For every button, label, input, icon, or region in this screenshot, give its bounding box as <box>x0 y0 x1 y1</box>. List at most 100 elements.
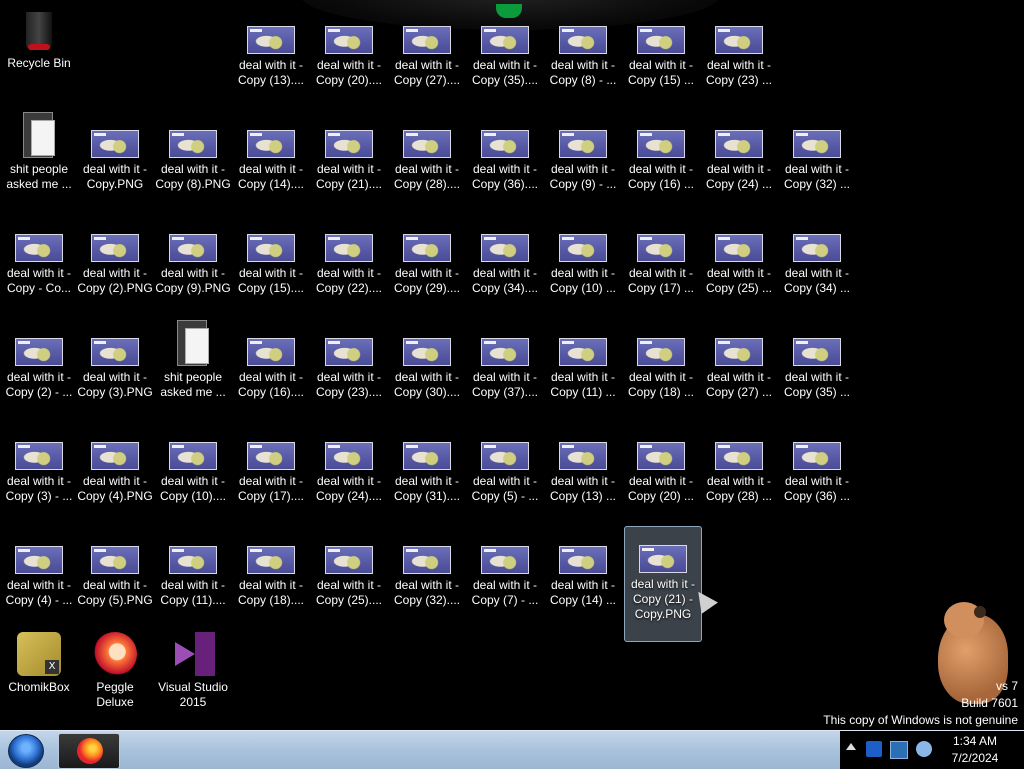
image-thumbnail-icon <box>15 546 63 574</box>
desktop-file-icon[interactable]: deal with it - Copy (11) ... <box>545 338 621 436</box>
chomikbox-shortcut[interactable]: ChomikBox <box>1 632 77 730</box>
file-label: deal with it - Copy (32).... <box>393 578 461 607</box>
desktop-file-icon[interactable]: deal with it - Copy (5).PNG <box>77 546 153 644</box>
desktop-file-icon[interactable]: deal with it - Copy (31).... <box>389 442 465 540</box>
desktop-file-icon[interactable]: deal with it - Copy (14) ... <box>545 546 621 644</box>
image-thumbnail-icon <box>637 26 685 54</box>
desktop-file-icon[interactable]: deal with it - Copy (35).... <box>467 26 543 124</box>
desktop-file-icon[interactable]: deal with it - Copy (27).... <box>389 26 465 124</box>
genuine-watermark: vs 7 Build 7601 This copy of Windows is … <box>823 678 1018 729</box>
desktop-file-icon[interactable]: deal with it - Copy (8).PNG <box>155 130 231 228</box>
file-label: deal with it - Copy (17).... <box>237 474 305 503</box>
image-thumbnail-icon <box>793 442 841 470</box>
desktop-file-icon[interactable]: deal with it - Copy (37).... <box>467 338 543 436</box>
desktop-file-icon[interactable]: deal with it - Copy (35) ... <box>779 338 855 436</box>
desktop-file-icon[interactable]: deal with it - Copy - Co... <box>1 234 77 332</box>
green-dot <box>496 4 522 18</box>
file-label: deal with it - Copy (2).PNG <box>77 266 153 295</box>
desktop-file-icon[interactable]: deal with it - Copy (9) - ... <box>545 130 621 228</box>
desktop-file-icon[interactable]: deal with it - Copy (27) ... <box>701 338 777 436</box>
peggle-icon <box>93 632 137 676</box>
desktop-file-icon[interactable]: deal with it - Copy (16).... <box>233 338 309 436</box>
desktop-file-icon[interactable]: deal with it - Copy.PNG <box>77 130 153 228</box>
desktop-file-icon[interactable]: deal with it - Copy (15) ... <box>623 26 699 124</box>
desktop-file-icon[interactable]: deal with it - Copy (28) ... <box>701 442 777 540</box>
file-label: deal with it - Copy (15).... <box>237 266 305 295</box>
desktop-file-icon[interactable]: deal with it - Copy (32) ... <box>779 130 855 228</box>
volume-icon[interactable] <box>916 741 932 757</box>
file-label: deal with it - Copy (18).... <box>237 578 305 607</box>
file-label: deal with it - Copy (23).... <box>315 370 383 399</box>
selected-file-icon[interactable]: deal with it - Copy (21) - Copy.PNG <box>624 526 702 642</box>
desktop-file-icon[interactable]: deal with it - Copy (36).... <box>467 130 543 228</box>
desktop-file-icon[interactable]: deal with it - Copy (20).... <box>311 26 387 124</box>
desktop-file-icon[interactable]: deal with it - Copy (2) - ... <box>1 338 77 436</box>
desktop-file-icon[interactable]: deal with it - Copy (4).PNG <box>77 442 153 540</box>
taskbar-firefox[interactable] <box>58 733 120 769</box>
desktop-file-icon[interactable]: deal with it - Copy (13).... <box>233 26 309 124</box>
desktop-file-icon[interactable]: deal with it - Copy (28).... <box>389 130 465 228</box>
image-thumbnail-icon <box>15 234 63 262</box>
desktop-file-icon[interactable]: deal with it - Copy (24) ... <box>701 130 777 228</box>
visual-studio-shortcut[interactable]: Visual Studio 2015 <box>155 632 231 730</box>
desktop-file-icon[interactable]: deal with it - Copy (8) - ... <box>545 26 621 124</box>
system-tray: 1:34 AM 7/2/2024 <box>840 731 1024 769</box>
desktop-file-icon[interactable]: deal with it - Copy (34).... <box>467 234 543 332</box>
desktop-file-icon[interactable]: deal with it - Copy (3).PNG <box>77 338 153 436</box>
desktop-file-icon[interactable]: deal with it - Copy (15).... <box>233 234 309 332</box>
recycle-bin[interactable]: Recycle Bin <box>1 8 77 106</box>
file-label: deal with it - Copy (5) - ... <box>471 474 539 503</box>
desktop-file-icon[interactable]: deal with it - Copy (17).... <box>233 442 309 540</box>
clock[interactable]: 1:34 AM 7/2/2024 <box>940 733 1010 767</box>
desktop-file-icon[interactable]: deal with it - Copy (21).... <box>311 130 387 228</box>
file-label: deal with it - Copy (35) ... <box>783 370 851 399</box>
desktop-folder[interactable]: shit people asked me ... <box>1 110 77 208</box>
image-thumbnail-icon <box>559 234 607 262</box>
image-thumbnail-icon <box>793 338 841 366</box>
desktop-file-icon[interactable]: deal with it - Copy (11).... <box>155 546 231 644</box>
desktop-file-icon[interactable]: deal with it - Copy (32).... <box>389 546 465 644</box>
desktop-file-icon[interactable]: deal with it - Copy (30).... <box>389 338 465 436</box>
desktop-file-icon[interactable]: deal with it - Copy (25).... <box>311 546 387 644</box>
desktop-file-icon[interactable]: deal with it - Copy (10).... <box>155 442 231 540</box>
desktop-file-icon[interactable]: deal with it - Copy (17) ... <box>623 234 699 332</box>
desktop-file-icon[interactable]: deal with it - Copy (34) ... <box>779 234 855 332</box>
file-label: deal with it - Copy - Co... <box>6 266 72 295</box>
peggle-deluxe-shortcut[interactable]: Peggle Deluxe <box>77 632 153 730</box>
file-label: deal with it - Copy (22).... <box>315 266 383 295</box>
file-label: deal with it - Copy (32) ... <box>783 162 851 191</box>
desktop-file-icon[interactable]: deal with it - Copy (18).... <box>233 546 309 644</box>
image-thumbnail-icon <box>481 546 529 574</box>
desktop-file-icon[interactable]: deal with it - Copy (2).PNG <box>77 234 153 332</box>
file-label: deal with it - Copy (20).... <box>315 58 383 87</box>
image-thumbnail-icon <box>637 234 685 262</box>
desktop-file-icon[interactable]: deal with it - Copy (22).... <box>311 234 387 332</box>
file-label: deal with it - Copy (35).... <box>471 58 539 87</box>
desktop-file-icon[interactable]: deal with it - Copy (10) ... <box>545 234 621 332</box>
desktop-file-icon[interactable]: deal with it - Copy (13) ... <box>545 442 621 540</box>
image-thumbnail-icon <box>325 546 373 574</box>
desktop-file-icon[interactable]: deal with it - Copy (4) - ... <box>1 546 77 644</box>
desktop-file-icon[interactable]: deal with it - Copy (3) - ... <box>1 442 77 540</box>
desktop-file-icon[interactable]: deal with it - Copy (23).... <box>311 338 387 436</box>
file-label: deal with it - Copy (29).... <box>393 266 461 295</box>
desktop-file-icon[interactable]: deal with it - Copy (5) - ... <box>467 442 543 540</box>
desktop-file-icon[interactable]: deal with it - Copy (7) - ... <box>467 546 543 644</box>
desktop-file-icon[interactable]: deal with it - Copy (36) ... <box>779 442 855 540</box>
desktop-file-icon[interactable]: deal with it - Copy (14).... <box>233 130 309 228</box>
desktop-file-icon[interactable]: deal with it - Copy (29).... <box>389 234 465 332</box>
desktop-folder[interactable]: shit people asked me ... <box>155 318 231 416</box>
show-hidden-icons-arrow-icon[interactable] <box>846 743 856 750</box>
desktop-file-icon[interactable]: deal with it - Copy (25) ... <box>701 234 777 332</box>
file-label: deal with it - Copy (28) ... <box>705 474 773 503</box>
desktop-file-icon[interactable]: deal with it - Copy (23) ... <box>701 26 777 124</box>
start-button[interactable] <box>4 732 48 768</box>
file-label: deal with it - Copy (11) ... <box>550 370 616 399</box>
desktop-file-icon[interactable]: deal with it - Copy (16) ... <box>623 130 699 228</box>
chomikbox-icon <box>17 632 61 676</box>
network-icon[interactable] <box>890 741 908 759</box>
desktop-file-icon[interactable]: deal with it - Copy (24).... <box>311 442 387 540</box>
desktop-file-icon[interactable]: deal with it - Copy (18) ... <box>623 338 699 436</box>
tray-app-icon[interactable] <box>866 741 882 757</box>
file-label: deal with it - Copy (34) ... <box>783 266 851 295</box>
